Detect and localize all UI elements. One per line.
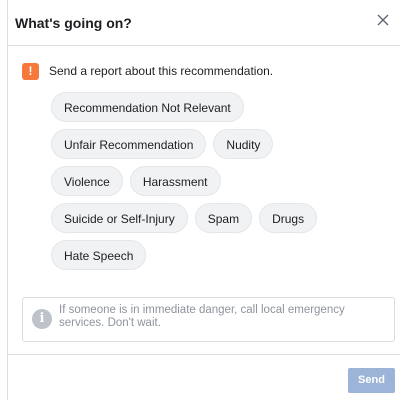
emergency-info-text: If someone is in immediate danger, call … [59, 304, 345, 329]
report-dialog: What's going on? ! Send a report about t… [7, 0, 400, 400]
chip-row: Recommendation Not Relevant [51, 92, 351, 122]
report-options: Recommendation Not Relevant Unfair Recom… [51, 92, 351, 277]
chip-violence[interactable]: Violence [51, 166, 123, 196]
send-button[interactable]: Send [348, 368, 395, 393]
exclamation-flag-icon: ! [22, 62, 39, 80]
report-prompt-text: Send a report about this recommendation. [49, 64, 274, 78]
chip-spam[interactable]: Spam [194, 203, 253, 233]
dialog-footer: Send [8, 354, 400, 400]
emergency-info-box: i If someone is in immediate danger, cal… [22, 297, 395, 342]
chip-harassment[interactable]: Harassment [129, 166, 221, 196]
chip-drugs[interactable]: Drugs [259, 203, 318, 233]
chip-row: Unfair Recommendation Nudity [51, 129, 351, 159]
chip-row: Violence Harassment [51, 166, 351, 196]
dialog-header: What's going on? [8, 0, 400, 46]
chip-unfair-recommendation[interactable]: Unfair Recommendation [51, 129, 207, 159]
chip-suicide-or-self-injury[interactable]: Suicide or Self-Injury [51, 203, 188, 233]
chip-row: Hate Speech [51, 240, 351, 270]
chip-row: Suicide or Self-Injury Spam Drugs [51, 203, 351, 233]
chip-recommendation-not-relevant[interactable]: Recommendation Not Relevant [51, 92, 244, 122]
chip-hate-speech[interactable]: Hate Speech [51, 240, 147, 270]
report-prompt: ! Send a report about this recommendatio… [22, 62, 273, 80]
close-icon[interactable] [376, 13, 390, 27]
chip-nudity[interactable]: Nudity [213, 129, 274, 159]
info-icon: i [32, 309, 52, 329]
dialog-title: What's going on? [15, 15, 132, 31]
